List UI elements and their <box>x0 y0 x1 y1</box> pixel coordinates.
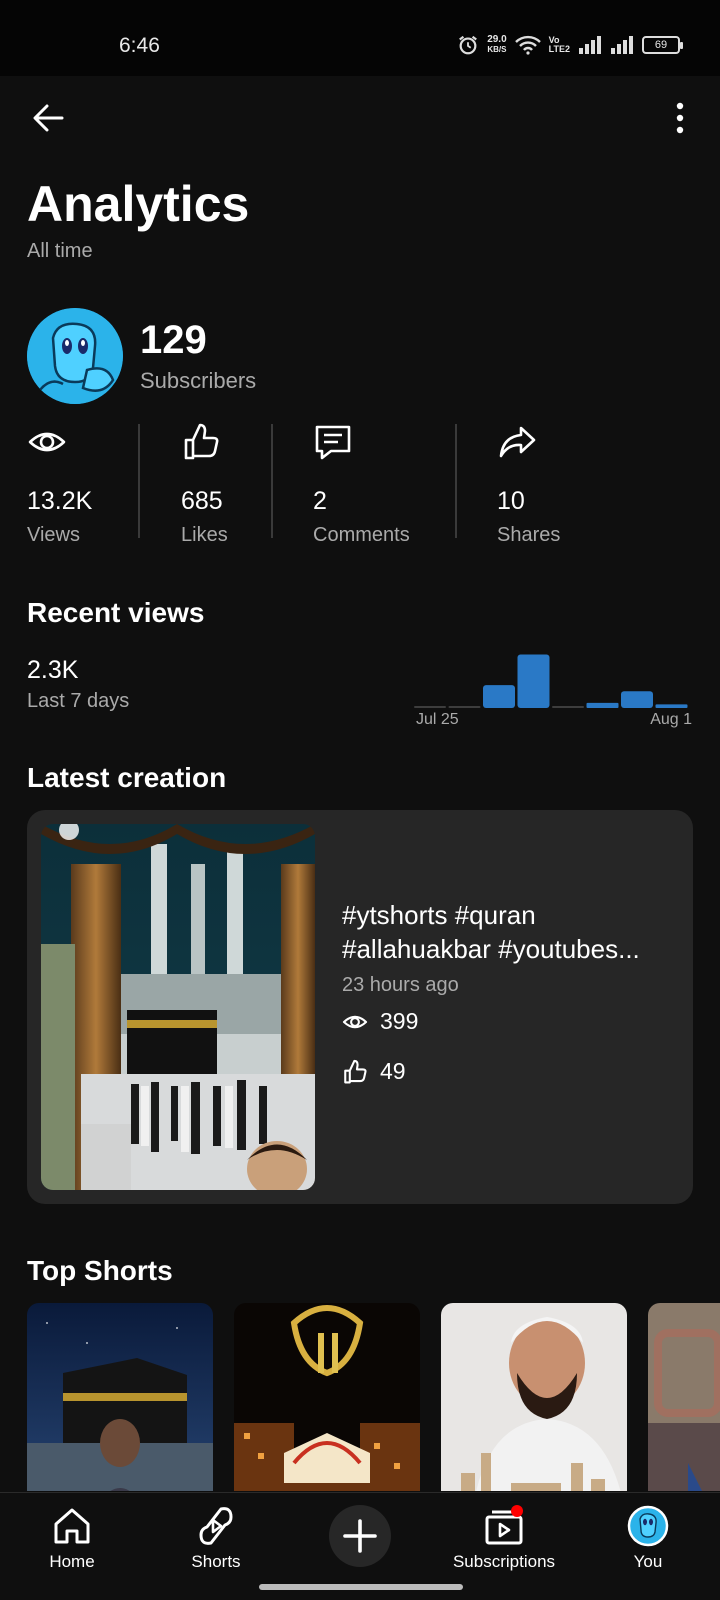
signal-icon-1 <box>579 36 601 54</box>
battery-icon: 69 <box>642 36 683 54</box>
subscriptions-icon <box>485 1505 523 1545</box>
create-button[interactable] <box>329 1505 391 1567</box>
page-title: Analytics <box>27 176 250 232</box>
stats-row: 13.2K Views 685 Likes 2 Comments 10 Shar… <box>27 422 707 546</box>
stat-comments[interactable]: 2 Comments <box>313 422 410 547</box>
status-icons: 29.0 KB/S Vo LTE2 69 <box>457 34 683 56</box>
signal-icon-2 <box>611 36 633 54</box>
top-shorts-heading: Top Shorts <box>27 1255 173 1286</box>
divider <box>455 424 457 538</box>
volte-indicator: Vo LTE2 <box>548 35 570 54</box>
latest-video-thumbnail[interactable] <box>41 824 315 1190</box>
top-app-bar <box>0 76 720 156</box>
top-short-thumbnail[interactable] <box>234 1303 420 1491</box>
chart-bar-jul-25 <box>414 706 446 708</box>
stat-label: Likes <box>181 524 228 546</box>
latest-creation-card[interactable]: #ytshorts #quran #allahuakbar #youtubes.… <box>27 810 693 1204</box>
recent-views-value: 2.3K <box>27 656 79 684</box>
recent-views-heading: Recent views <box>27 597 205 628</box>
chart-bar-jul-26 <box>448 706 481 708</box>
stat-shares[interactable]: 10 Shares <box>497 422 560 547</box>
thumbs-up-icon <box>184 423 219 460</box>
eye-icon <box>28 432 66 452</box>
chart-bar-jul-29 <box>552 706 584 708</box>
latest-video-time: 23 hours ago <box>342 974 459 996</box>
nav-you[interactable]: You <box>583 1493 713 1593</box>
recent-views-period: Last 7 days <box>27 690 130 712</box>
latest-creation-heading: Latest creation <box>27 762 227 793</box>
stat-likes[interactable]: 685 Likes <box>181 422 228 547</box>
nav-shorts[interactable]: Shorts <box>151 1493 281 1593</box>
stat-value: 10 <box>497 487 525 515</box>
latest-video-title[interactable]: #ytshorts #quran #allahuakbar #youtubes.… <box>342 898 672 966</box>
latest-video-views: 399 <box>342 1008 418 1035</box>
top-shorts-row <box>0 1303 720 1491</box>
stat-label: Views <box>27 524 80 546</box>
back-arrow-icon[interactable] <box>28 98 68 138</box>
status-bar: 6:46 29.0 KB/S Vo LTE2 69 <box>0 0 720 76</box>
gesture-home-indicator[interactable] <box>259 1584 463 1590</box>
stat-value: 2 <box>313 487 327 515</box>
top-short-thumbnail[interactable] <box>648 1303 720 1491</box>
latest-video-likes: 49 <box>342 1058 406 1085</box>
channel-avatar[interactable] <box>27 308 123 404</box>
more-options-icon[interactable] <box>668 100 692 136</box>
nav-home[interactable]: Home <box>7 1493 137 1593</box>
top-short-thumbnail[interactable] <box>27 1303 213 1491</box>
stat-label: Shares <box>497 524 561 546</box>
comment-icon <box>315 425 351 460</box>
stat-label: Comments <box>313 524 410 546</box>
you-avatar-icon <box>627 1505 669 1547</box>
chart-bar-jul-28 <box>517 654 550 708</box>
thumbs-up-icon <box>344 1059 367 1083</box>
chart-axis-start-label: Jul 25 <box>416 711 459 728</box>
wifi-icon <box>514 35 541 55</box>
chart-bar-jul-27 <box>483 685 515 708</box>
subscriber-label: Subscribers <box>140 368 257 393</box>
alarm-icon <box>459 35 478 55</box>
stat-views[interactable]: 13.2K Views <box>27 422 92 547</box>
chart-bar-jul-30 <box>586 702 619 708</box>
chart-axis-end-label: Aug 1 <box>650 711 692 728</box>
network-speed: 29.0 KB/S <box>487 34 507 55</box>
top-short-thumbnail[interactable] <box>441 1303 627 1491</box>
stat-value: 685 <box>181 487 223 515</box>
plus-icon <box>343 1519 377 1553</box>
divider <box>271 424 273 538</box>
chart-bar-aug-1 <box>655 704 688 708</box>
subscriber-count: 129 <box>140 318 207 362</box>
home-icon <box>54 1508 90 1544</box>
nav-subscriptions[interactable]: Subscriptions <box>439 1493 569 1593</box>
shorts-icon <box>199 1507 233 1545</box>
status-time: 6:46 <box>119 34 160 57</box>
page-subtitle: All time <box>27 240 93 262</box>
stat-value: 13.2K <box>27 487 93 515</box>
divider <box>138 424 140 538</box>
share-icon <box>499 426 536 458</box>
eye-icon <box>342 1015 368 1028</box>
chart-bar-jul-31 <box>621 691 653 708</box>
